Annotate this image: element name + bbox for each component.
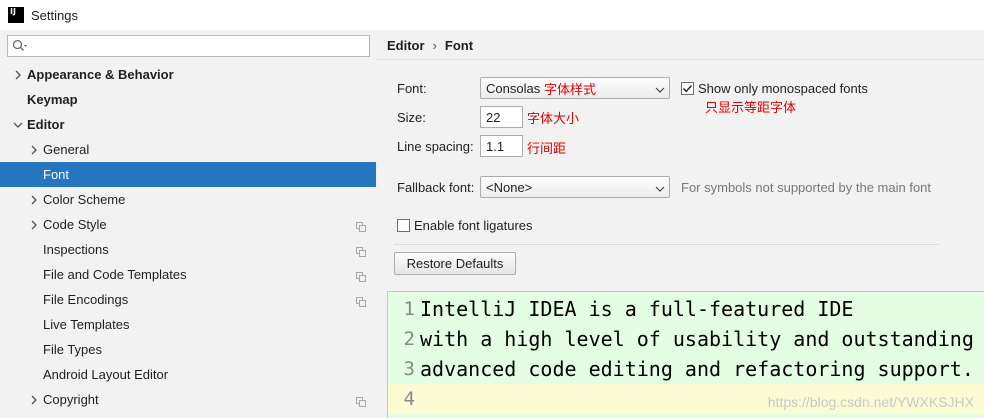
sidebar-item-file-types[interactable]: File Types [0, 337, 376, 362]
preview-line[interactable]: 1 IntelliJ IDEA is a full-featured IDE [388, 294, 984, 324]
sidebar-item-label: Keymap [27, 92, 78, 107]
intellij-app-icon: IJ [8, 7, 24, 23]
sidebar-item-label: Appearance & Behavior [27, 67, 174, 82]
breadcrumb: Editor › Font [387, 38, 473, 53]
sidebar-item-label: Code Style [43, 217, 107, 232]
ligatures-label: Enable font ligatures [414, 218, 533, 233]
header-divider [376, 59, 984, 60]
restore-defaults-button[interactable]: Restore Defaults [394, 252, 516, 275]
font-label: Font: [397, 81, 427, 96]
project-scope-icon [356, 220, 366, 232]
project-scope-icon [356, 395, 366, 407]
project-scope-icon [356, 295, 366, 307]
checkmark-icon [683, 85, 693, 93]
project-scope-icon [356, 245, 366, 257]
line-spacing-annotation: 行间距 [527, 142, 567, 157]
line-spacing-label: Line spacing: [397, 139, 474, 154]
sidebar-item-label: Live Templates [43, 317, 130, 332]
fallback-font-value: <None> [486, 179, 533, 195]
chevron-right-icon[interactable] [28, 394, 40, 406]
size-input[interactable]: 22 [480, 106, 523, 128]
size-label: Size: [397, 110, 426, 125]
line-number: 2 [403, 328, 415, 350]
project-scope-icon [356, 270, 366, 282]
preview-code-text: advanced code editing and refactoring su… [420, 357, 974, 381]
chevron-right-icon[interactable] [28, 144, 40, 156]
sidebar-item-live-templates[interactable]: Live Templates [0, 312, 376, 337]
sidebar-item-label: Inspections [43, 242, 109, 257]
settings-tree: Appearance & Behavior Keymap Editor General… [0, 62, 376, 412]
font-preview-editor[interactable]: 4 3 advanced code editing and refactoring … [387, 291, 984, 418]
chevron-down-icon [655, 182, 665, 192]
size-annotation: 字体大小 [527, 112, 580, 127]
search-input[interactable] [31, 37, 369, 55]
line-number: 1 [403, 298, 415, 320]
sidebar-item-label: Color Scheme [43, 192, 126, 207]
fallback-font-hint: For symbols not supported by the main fo… [681, 180, 932, 195]
sidebar-item-inspections[interactable]: Inspections [0, 237, 376, 262]
section-divider [394, 244, 939, 245]
restore-defaults-label: Restore Defaults [406, 256, 504, 271]
fallback-font-label: Fallback font: [397, 180, 475, 195]
chevron-right-icon[interactable] [28, 194, 40, 206]
search-icon [12, 39, 28, 53]
sidebar-item-color-scheme[interactable]: Color Scheme [0, 187, 376, 212]
sidebar-item-label: File and Code Templates [43, 267, 187, 282]
sidebar-item-appearance-behavior[interactable]: Appearance & Behavior [0, 62, 376, 87]
line-spacing-input[interactable]: 1.1 [480, 135, 523, 157]
sidebar-item-general[interactable]: General [0, 137, 376, 162]
monospace-label: Show only monospaced fonts [698, 81, 868, 96]
font-annotation: 字体样式 [544, 83, 597, 98]
sidebar-item-label: Font [43, 167, 70, 182]
sidebar-item-copyright[interactable]: Copyright [0, 387, 376, 412]
sidebar-item-keymap[interactable]: Keymap [0, 87, 376, 112]
chevron-down-icon [655, 83, 665, 93]
font-select-value: Consolas [486, 80, 541, 96]
ligatures-checkbox[interactable] [397, 219, 410, 232]
monospace-checkbox[interactable] [681, 82, 694, 95]
settings-sidebar: Appearance & Behavior Keymap Editor General… [0, 30, 376, 418]
window-title: Settings [31, 7, 78, 23]
watermark: https://blog.csdn.net/YWXKSJHX [767, 394, 974, 410]
line-number: 3 [403, 358, 415, 380]
breadcrumb-parent[interactable]: Editor [387, 38, 425, 53]
sidebar-item-label: Android Layout Editor [43, 367, 169, 382]
sidebar-item-label: General [43, 142, 90, 157]
chevron-right-icon[interactable] [12, 69, 24, 81]
sidebar-item-android-layout-editor[interactable]: Android Layout Editor [0, 362, 376, 387]
line-spacing-value: 1.1 [486, 138, 505, 154]
chevron-right-icon[interactable] [28, 219, 40, 231]
sidebar-item-label: File Encodings [43, 292, 129, 307]
line-number: 4 [403, 388, 415, 410]
chevron-down-icon[interactable] [12, 119, 24, 131]
breadcrumb-separator: › [432, 38, 437, 53]
settings-content: Editor › Font Font: Consolas 字体样式 Show o… [376, 30, 984, 418]
sidebar-item-label: Copyright [43, 392, 99, 407]
preview-code-text: with a high level of usability and outst… [420, 327, 974, 351]
sidebar-item-label: File Types [43, 342, 103, 357]
breadcrumb-current: Font [444, 38, 474, 53]
fallback-font-select[interactable]: <None> [480, 176, 670, 198]
sidebar-item-file-and-code-templates[interactable]: File and Code Templates [0, 262, 376, 287]
preview-code-text: IntelliJ IDEA is a full-featured IDE [420, 297, 854, 321]
sidebar-item-label: Editor [27, 117, 65, 132]
monospace-annotation: 只显示等距字体 [705, 101, 797, 116]
preview-line[interactable]: 2 with a high level of usability and outs… [388, 324, 984, 354]
settings-search[interactable] [7, 35, 370, 57]
sidebar-item-file-encodings[interactable]: File Encodings [0, 287, 376, 312]
preview-line[interactable]: 3 advanced code editing and refactoring s… [388, 354, 984, 384]
sidebar-item-editor[interactable]: Editor [0, 112, 376, 137]
size-value: 22 [486, 109, 501, 125]
sidebar-item-code-style[interactable]: Code Style [0, 212, 376, 237]
sidebar-item-font[interactable]: Font [0, 162, 376, 187]
title-bar: IJ Settings [0, 0, 984, 30]
